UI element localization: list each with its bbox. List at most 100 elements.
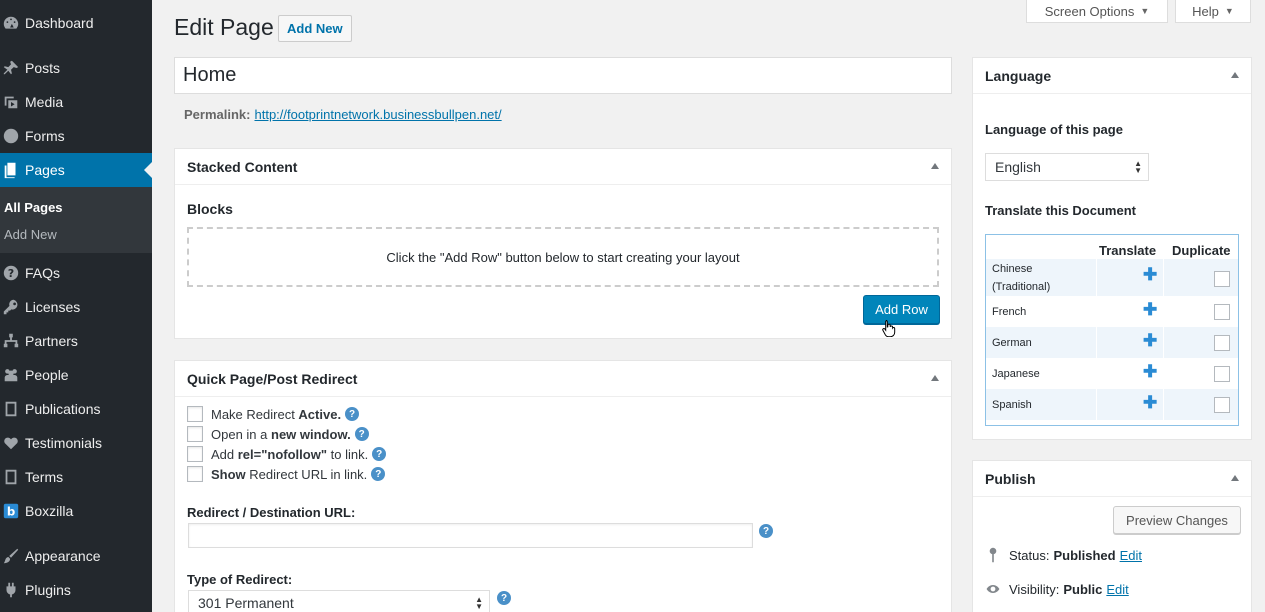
sidebar-item-publications[interactable]: Publications [0, 392, 152, 426]
visibility-value: Public [1063, 581, 1103, 597]
pin-icon [0, 59, 25, 77]
page-title: Edit Page [174, 14, 274, 40]
sidebar-item-testimonials[interactable]: Testimonials [0, 426, 152, 460]
key-icon [0, 298, 25, 316]
publish-box: Publish Preview Changes Status: Publishe… [972, 460, 1252, 612]
pages-icon [0, 161, 25, 179]
add-translation-icon[interactable]: ✚ [1143, 362, 1157, 382]
help-icon[interactable]: ? [497, 591, 511, 605]
duplicate-checkbox[interactable] [1214, 335, 1230, 351]
sidebar-item-dashboard[interactable]: Dashboard [0, 6, 152, 40]
status-row: Status: Published Edit [985, 547, 1142, 563]
sidebar-item-label: Plugins [25, 582, 71, 598]
collapse-arrow-icon[interactable] [931, 163, 939, 169]
stacked-content-header[interactable]: Stacked Content [175, 149, 951, 185]
people-icon [0, 366, 25, 384]
help-icon[interactable]: ? [371, 467, 386, 481]
language-title: Language [985, 67, 1052, 84]
redirect-active-checkbox[interactable] [187, 406, 203, 422]
language-header[interactable]: Language [973, 58, 1251, 94]
sidebar-item-label: People [25, 367, 69, 383]
preview-changes-button[interactable]: Preview Changes [1113, 506, 1241, 534]
sidebar-item-people[interactable]: People [0, 358, 152, 392]
duplicate-checkbox[interactable] [1214, 397, 1230, 413]
destination-url-input[interactable] [188, 523, 753, 548]
post-title-input[interactable]: Home [174, 57, 952, 94]
show-url-checkbox[interactable] [187, 466, 203, 482]
visibility-row: Visibility: Public Edit [985, 581, 1129, 597]
help-icon[interactable]: ? [372, 447, 387, 461]
status-label: Status: [1009, 547, 1050, 563]
help-icon[interactable]: ? [354, 427, 369, 441]
caret-down-icon: ▼ [1224, 6, 1234, 16]
status-value: Published [1053, 547, 1116, 563]
boxzilla-icon: b [0, 502, 25, 520]
help-icon[interactable]: ? [345, 407, 360, 421]
blocks-empty-message: Click the "Add Row" button below to star… [386, 249, 740, 265]
collapse-arrow-icon[interactable] [1231, 475, 1239, 481]
redirect-new-window-option: Open in a new window. ? [187, 426, 369, 442]
add-translation-icon[interactable]: ✚ [1143, 300, 1157, 320]
add-translation-icon[interactable]: ✚ [1143, 331, 1157, 351]
publish-header[interactable]: Publish [973, 461, 1251, 497]
permalink-link[interactable]: http://footprintnetwork.businessbullpen.… [254, 107, 501, 122]
quick-redirect-box: Quick Page/Post Redirect Make Redirect A… [174, 360, 952, 612]
sidebar-item-pages[interactable]: Pages [0, 153, 152, 187]
dashboard-icon [0, 14, 25, 32]
network-icon [0, 332, 25, 350]
language-box: Language Language of this page English ▲… [972, 57, 1252, 440]
duplicate-checkbox[interactable] [1214, 366, 1230, 382]
add-new-button[interactable]: Add New [278, 15, 352, 42]
duplicate-checkbox[interactable] [1214, 271, 1230, 287]
media-icon [0, 93, 25, 111]
add-translation-icon[interactable]: ✚ [1143, 393, 1157, 413]
sidebar-item-appearance[interactable]: Appearance [0, 539, 152, 573]
sidebar-item-label: FAQs [25, 265, 61, 281]
select-arrows-icon: ▲ ▼ [1134, 159, 1142, 175]
sidebar-item-plugins[interactable]: Plugins [0, 573, 152, 607]
hand-cursor-icon [882, 320, 896, 337]
translation-row: Japanese ✚ [986, 358, 1238, 389]
sidebar-item-licenses[interactable]: Licenses [0, 290, 152, 324]
translation-row: Chinese (Traditional) ✚ [986, 259, 1238, 296]
collapse-arrow-icon[interactable] [931, 375, 939, 381]
quick-redirect-header[interactable]: Quick Page/Post Redirect [175, 361, 951, 397]
new-window-checkbox[interactable] [187, 426, 203, 442]
stacked-content-box: Stacked Content Blocks Click the "Add Ro… [174, 148, 952, 339]
sidebar-item-label: Media [25, 94, 64, 110]
edit-visibility-link[interactable]: Edit [1106, 582, 1128, 597]
translate-column-header: Translate [1099, 243, 1157, 258]
sidebar-item-label: Posts [25, 60, 61, 76]
duplicate-checkbox[interactable] [1214, 304, 1230, 320]
page-language-select[interactable]: English ▲ ▼ [985, 153, 1149, 181]
help-label: Help [1192, 3, 1219, 19]
sidebar-item-label: Dashboard [25, 15, 94, 31]
sidebar-item-partners[interactable]: Partners [0, 324, 152, 358]
sidebar-item-faqs[interactable]: ? FAQs [0, 256, 152, 290]
nofollow-checkbox[interactable] [187, 446, 203, 462]
sidebar-item-posts[interactable]: Posts [0, 51, 152, 85]
destination-url-label: Redirect / Destination URL: [187, 505, 356, 520]
sidebar-item-forms[interactable]: Forms [0, 119, 152, 153]
sidebar-item-media[interactable]: Media [0, 85, 152, 119]
help-icon[interactable]: ? [759, 524, 773, 538]
redirect-active-option: Make Redirect Active. ? [187, 406, 360, 422]
sidebar-item-label: Licenses [25, 299, 81, 315]
add-row-button[interactable]: Add Row [863, 295, 940, 324]
translation-row: German ✚ [986, 327, 1238, 358]
submenu-all-pages[interactable]: All Pages [4, 200, 63, 215]
plug-icon [0, 581, 25, 599]
book-icon [0, 468, 25, 486]
sidebar-item-terms[interactable]: Terms [0, 460, 152, 494]
collapse-arrow-icon[interactable] [1231, 72, 1239, 78]
submenu-add-new[interactable]: Add New [4, 227, 57, 242]
add-translation-icon[interactable]: ✚ [1143, 265, 1157, 285]
sidebar-item-boxzilla[interactable]: b Boxzilla [0, 494, 152, 528]
page-language-value: English [995, 159, 1041, 175]
redirect-type-select[interactable]: 301 Permanent ▲ ▼ [188, 590, 490, 612]
translate-document-label: Translate this Document [985, 203, 1136, 218]
edit-status-link[interactable]: Edit [1120, 548, 1142, 563]
screen-options-tab[interactable]: Screen Options ▼ [1026, 0, 1168, 23]
help-tab[interactable]: Help ▼ [1175, 0, 1251, 23]
translation-language: German [992, 337, 1032, 349]
